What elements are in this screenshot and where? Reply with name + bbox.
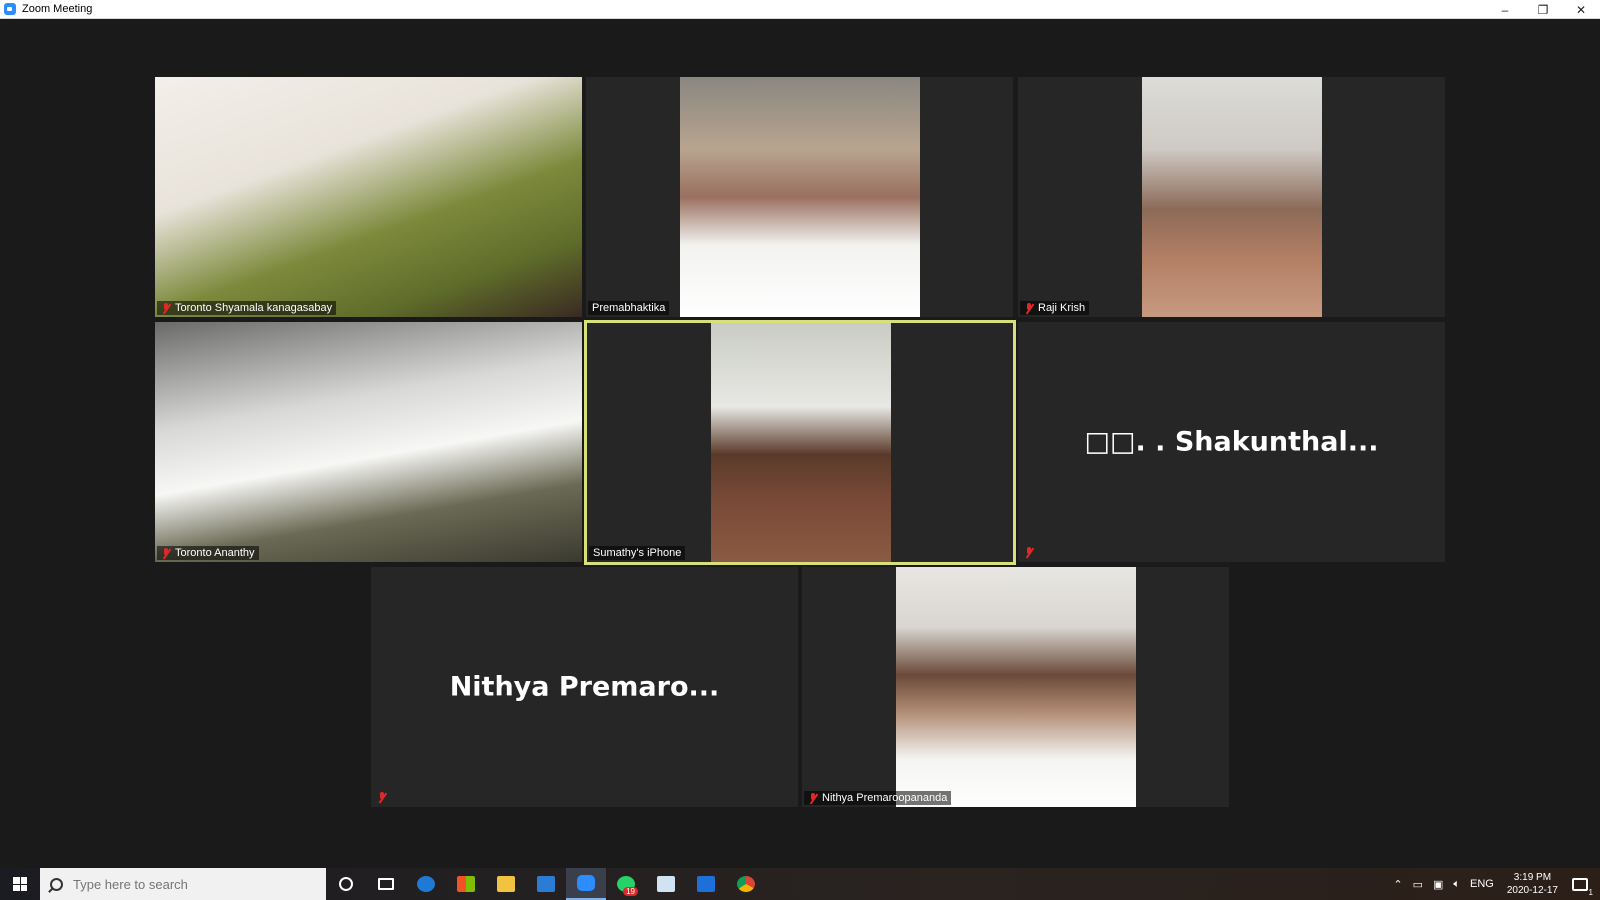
system-tray: ⌃ ▭ ▣ 🔈︎ ENG 3:19 PM 2020-12-17 — [1388, 868, 1600, 900]
participant-name: Sumathy's iPhone — [593, 547, 682, 559]
windows-logo-icon — [13, 877, 27, 891]
muted-mic-icon — [377, 792, 387, 803]
clock-date: 2020-12-17 — [1506, 885, 1558, 896]
participant-name: Toronto Shyamala kanagasabay — [175, 302, 333, 314]
whatsapp-button[interactable]: 19 — [606, 868, 646, 900]
close-button[interactable]: ✕ — [1562, 0, 1600, 19]
participant-name: Nithya Premaroopananda — [822, 792, 948, 804]
window-controls: – ❐ ✕ — [1486, 0, 1600, 19]
participant-name: Toronto Ananthy — [175, 547, 255, 559]
muted-mic-icon — [1024, 302, 1034, 314]
participant-tile-nithya-no-video[interactable]: Nithya Premaro... — [371, 567, 798, 807]
zoom-icon — [577, 875, 595, 891]
name-tag: Nithya Premaroopananda — [804, 791, 952, 805]
participant-tile-nithya-premaroopananda[interactable]: Nithya Premaroopananda — [802, 567, 1229, 807]
participant-video — [711, 323, 891, 562]
taskbar: 19 ⌃ ▭ ▣ 🔈︎ ENG 3:19 PM 2020-12-17 — [0, 868, 1600, 900]
meet-now-icon[interactable]: ▭ — [1413, 878, 1423, 891]
store-icon — [457, 876, 475, 892]
muted-mic-icon — [161, 302, 171, 314]
name-tag: Toronto Ananthy — [157, 546, 259, 560]
file-explorer-icon — [497, 876, 515, 892]
muted-mic-icon — [808, 792, 818, 804]
chrome-button[interactable] — [726, 868, 766, 900]
notification-badge: 19 — [623, 887, 638, 896]
language-indicator[interactable]: ENG — [1470, 878, 1494, 890]
participant-tile-sumathy-active-speaker[interactable]: Sumathy's iPhone — [584, 320, 1016, 565]
muted-mic-icon — [1024, 547, 1034, 558]
start-button[interactable] — [0, 868, 40, 900]
participant-video — [896, 567, 1136, 807]
participant-video — [155, 77, 582, 317]
gallery-view: Toronto Shyamala kanagasabay Premabhakti… — [0, 20, 1600, 868]
participant-tile-shyamala[interactable]: Toronto Shyamala kanagasabay — [155, 77, 582, 317]
participant-tile-ananthy[interactable]: Toronto Ananthy — [155, 322, 582, 562]
muted-mic-icon — [161, 547, 171, 559]
participant-display-name: Nithya Premaro... — [449, 671, 720, 703]
participant-video — [155, 322, 582, 562]
participant-tile-raji-krish[interactable]: Raji Krish — [1018, 77, 1445, 317]
name-tag: Raji Krish — [1020, 301, 1090, 315]
photos-icon — [697, 876, 715, 892]
search-input[interactable] — [73, 876, 303, 892]
minimize-button[interactable]: – — [1486, 0, 1524, 19]
participant-video — [680, 77, 920, 317]
clock[interactable]: 3:19 PM 2020-12-17 — [1507, 871, 1558, 897]
action-center-icon[interactable] — [1572, 877, 1593, 897]
participant-tile-shakunthal[interactable]: □□. . Shakunthal... — [1018, 322, 1445, 562]
participant-display-name: □□. . Shakunthal... — [1084, 426, 1379, 458]
network-icon[interactable]: ▣ — [1433, 878, 1443, 891]
mail-icon — [537, 876, 555, 892]
taskbar-search[interactable] — [40, 868, 326, 900]
search-icon — [50, 877, 63, 891]
notepad-button[interactable] — [646, 868, 686, 900]
name-tag: Sumathy's iPhone — [589, 546, 686, 560]
name-tag: Premabhaktika — [588, 301, 670, 315]
chrome-icon — [737, 876, 755, 892]
name-tag: Toronto Shyamala kanagasabay — [157, 301, 337, 315]
participant-video — [1142, 77, 1322, 317]
participant-tile-premabhaktika[interactable]: Premabhaktika — [586, 77, 1013, 317]
participant-name: Premabhaktika — [592, 302, 666, 314]
window-title: Zoom Meeting — [22, 3, 93, 15]
zoom-button[interactable] — [566, 868, 606, 900]
photos-button[interactable] — [686, 868, 726, 900]
restore-button[interactable]: ❐ — [1524, 0, 1562, 19]
title-bar: Zoom Meeting – ❐ ✕ — [0, 0, 1600, 19]
notepad-icon — [657, 876, 675, 892]
task-view-icon — [378, 878, 394, 890]
edge-icon — [417, 876, 435, 892]
volume-icon[interactable]: 🔈︎ — [1453, 878, 1460, 891]
cortana-button[interactable] — [326, 868, 366, 900]
mail-button[interactable] — [526, 868, 566, 900]
store-button[interactable] — [446, 868, 486, 900]
cortana-icon — [339, 877, 353, 891]
edge-button[interactable] — [406, 868, 446, 900]
participant-name: Raji Krish — [1038, 302, 1086, 314]
task-view-button[interactable] — [366, 868, 406, 900]
file-explorer-button[interactable] — [486, 868, 526, 900]
clock-time: 3:19 PM — [1513, 872, 1552, 883]
chevron-up-icon[interactable]: ⌃ — [1393, 878, 1402, 891]
zoom-app-icon — [4, 3, 16, 15]
